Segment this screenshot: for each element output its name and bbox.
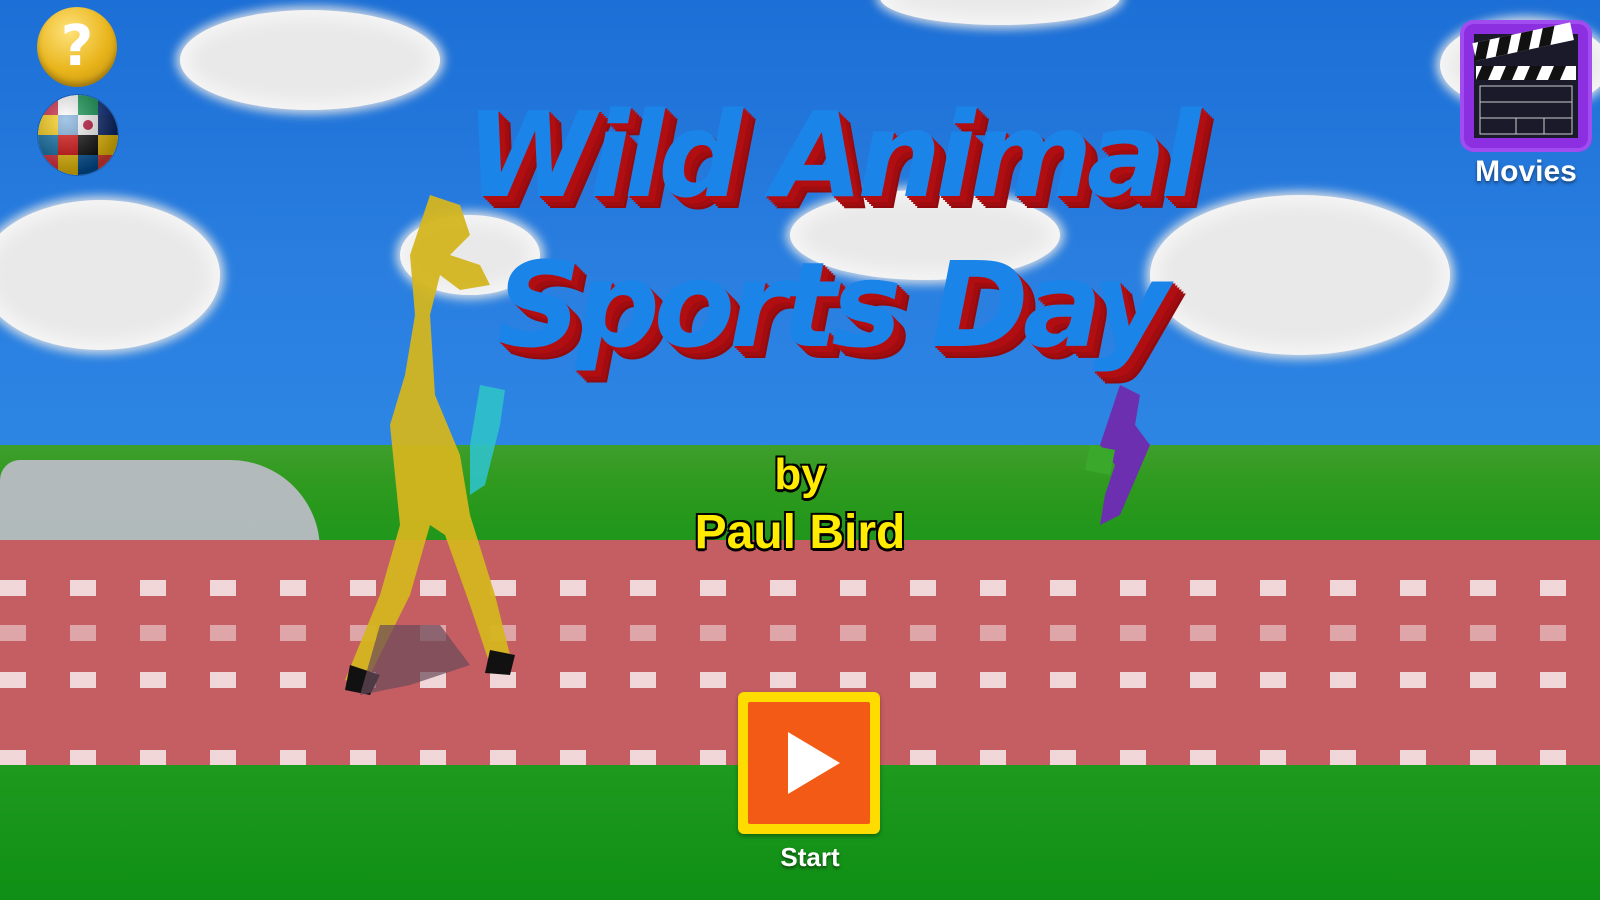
start-label: Start [780, 842, 840, 872]
author-byline: by Paul Bird [640, 447, 960, 563]
question-mark-icon: ? [60, 14, 94, 79]
cloud [180, 10, 440, 110]
movies-button[interactable] [1460, 20, 1592, 152]
game-title-line-2: Sports Day [496, 236, 1169, 374]
help-button[interactable]: ? [37, 7, 117, 87]
lane-line [0, 580, 1600, 596]
purple-runner [1085, 385, 1150, 525]
byline-author: Paul Bird [694, 506, 906, 559]
game-title: Wild Animal Sports Day [420, 80, 1240, 380]
play-icon [788, 732, 840, 794]
lane-line [0, 672, 1600, 688]
byline-by: by [774, 450, 826, 499]
language-button[interactable] [38, 95, 118, 175]
game-title-line-1: Wild Animal [465, 86, 1200, 224]
clapperboard-icon [1472, 22, 1578, 138]
start-button[interactable] [738, 692, 880, 834]
world-flags-globe-icon [38, 95, 118, 175]
lane-line [0, 625, 1600, 641]
movies-label: Movies [1475, 155, 1577, 188]
start-button-face [748, 702, 870, 824]
